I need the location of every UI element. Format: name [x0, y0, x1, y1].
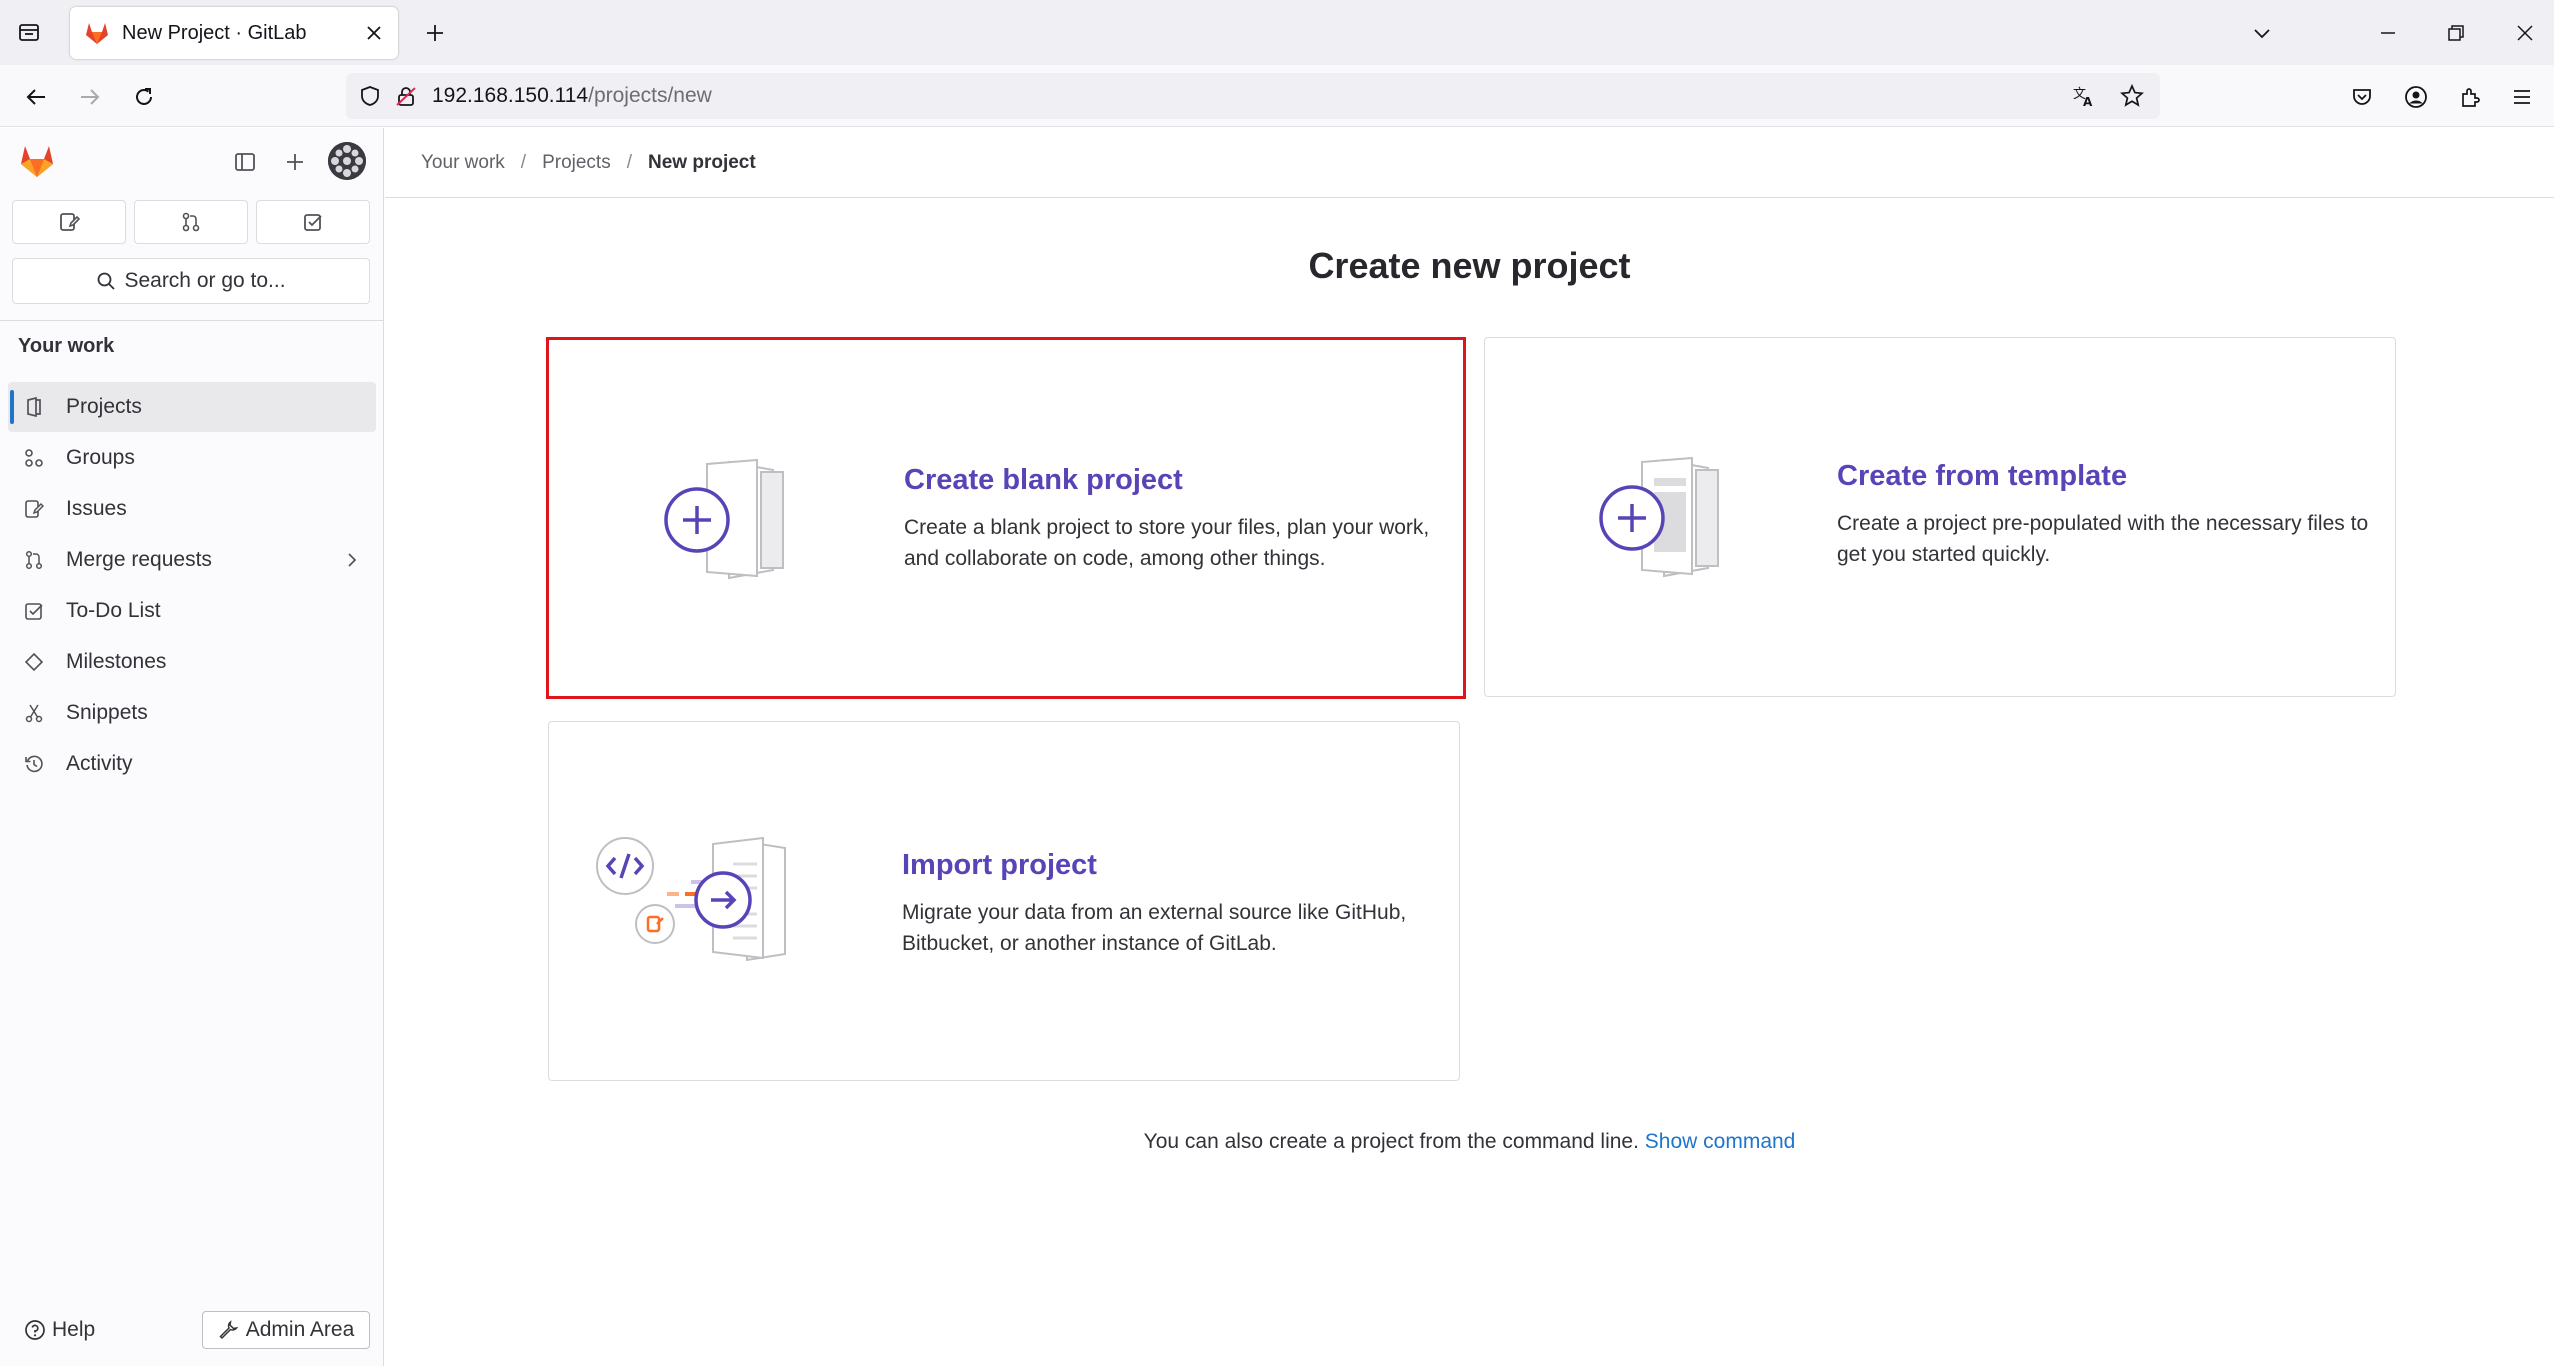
help-label: Help — [52, 1318, 96, 1341]
browser-tab-bar: New Project · GitLab — [0, 0, 2554, 65]
sidebar-item-label: Milestones — [66, 650, 167, 673]
reload-icon[interactable] — [124, 77, 164, 117]
pocket-icon[interactable] — [2342, 77, 2382, 117]
chevron-right-icon — [342, 550, 362, 570]
sidebar-divider — [0, 320, 384, 321]
gitlab-sidebar: Search or go to... Your work Projects Gr… — [0, 128, 384, 1366]
new-tab-icon[interactable] — [418, 16, 452, 50]
sidebar-menu: Projects Groups Issues Merge requests To… — [8, 382, 376, 790]
user-avatar[interactable] — [328, 142, 366, 180]
sidebar-item-label: Merge requests — [66, 548, 212, 571]
svg-text:A: A — [2083, 95, 2093, 108]
sidebar-item-label: Groups — [66, 446, 135, 469]
breadcrumb-new-project[interactable]: New project — [648, 152, 756, 174]
breadcrumb-your-work[interactable]: Your work — [421, 152, 505, 174]
issues-icon — [22, 497, 46, 521]
sidebar-item-milestones[interactable]: Milestones — [8, 637, 376, 687]
assigned-issues-button[interactable] — [12, 200, 126, 244]
browser-nav-bar: 192.168.150.114/projects/new 文A — [0, 65, 2554, 127]
merge-request-icon — [22, 548, 46, 572]
import-project-description: Migrate your data from an external sourc… — [902, 901, 1407, 955]
breadcrumb: Your work / Projects / New project — [385, 128, 2554, 198]
merge-request-icon — [182, 212, 200, 232]
command-line-hint-text: You can also create a project from the c… — [1143, 1130, 1639, 1153]
issues-icon — [60, 213, 80, 231]
create-blank-project-title: Create blank project — [904, 464, 1183, 496]
wrench-icon — [219, 1320, 238, 1340]
help-button[interactable]: Help — [24, 1318, 95, 1342]
project-icon — [22, 395, 46, 419]
create-blank-project-card[interactable]: Create blank project Create a blank proj… — [546, 337, 1466, 699]
menu-hamburger-icon[interactable] — [2502, 77, 2542, 117]
account-icon[interactable] — [2396, 77, 2436, 117]
milestone-icon — [22, 650, 46, 674]
close-window-icon[interactable] — [2505, 15, 2545, 51]
search-icon — [98, 272, 116, 290]
snippet-icon — [22, 701, 46, 725]
template-project-illustration — [1598, 456, 1728, 580]
command-line-hint: You can also create a project from the c… — [385, 1130, 2554, 1154]
breadcrumb-projects[interactable]: Projects — [542, 152, 611, 174]
import-project-title: Import project — [902, 849, 1097, 881]
sidebar-item-label: To-Do List — [66, 599, 161, 622]
gitlab-favicon-icon — [84, 20, 110, 46]
sidebar-section-title: Your work — [18, 335, 115, 357]
url-host: 192.168.150.114 — [432, 84, 589, 107]
create-from-template-description: Create a project pre-populated with the … — [1837, 512, 2369, 566]
sidebar-item-projects[interactable]: Projects — [8, 382, 376, 432]
create-blank-project-description: Create a blank project to store your fil… — [904, 516, 1430, 570]
import-project-illustration — [595, 834, 795, 964]
search-label: Search or go to... — [124, 269, 286, 292]
shield-icon[interactable] — [352, 78, 388, 114]
tab-title: New Project · GitLab — [122, 21, 307, 44]
help-icon — [25, 1320, 45, 1340]
back-icon[interactable] — [16, 77, 56, 117]
todo-icon — [22, 599, 46, 623]
admin-area-label: Admin Area — [245, 1318, 355, 1341]
address-bar[interactable]: 192.168.150.114/projects/new 文A — [346, 73, 2160, 119]
sidebar-item-label: Snippets — [66, 701, 148, 724]
group-icon — [22, 446, 46, 470]
sidebar-item-groups[interactable]: Groups — [8, 433, 376, 483]
blank-project-illustration — [663, 458, 793, 582]
import-project-card[interactable]: Import project Migrate your data from an… — [548, 721, 1460, 1081]
url-path: /projects/new — [588, 84, 712, 107]
create-from-template-card[interactable]: Create from template Create a project pr… — [1484, 337, 2396, 697]
gitlab-logo-icon[interactable] — [18, 142, 56, 180]
admin-area-button[interactable]: Admin Area — [202, 1311, 370, 1349]
forward-icon[interactable] — [70, 77, 110, 117]
browser-tab[interactable]: New Project · GitLab — [70, 7, 398, 59]
search-button[interactable]: Search or go to... — [12, 258, 370, 304]
create-new-icon[interactable] — [277, 144, 313, 180]
sidebar-item-label: Activity — [66, 752, 133, 775]
todo-icon — [304, 214, 322, 231]
show-command-link[interactable]: Show command — [1645, 1130, 1796, 1153]
todo-list-button[interactable] — [256, 200, 370, 244]
translate-icon[interactable]: 文A — [2066, 78, 2102, 114]
collapse-sidebar-icon[interactable] — [227, 144, 263, 180]
sidebar-item-activity[interactable]: Activity — [8, 739, 376, 789]
minimize-icon[interactable] — [2368, 15, 2408, 51]
close-tab-icon[interactable] — [356, 15, 392, 51]
bookmark-star-icon[interactable] — [2114, 78, 2150, 114]
insecure-lock-icon[interactable] — [388, 78, 424, 114]
sidebar-item-label: Projects — [66, 395, 142, 418]
merge-requests-button[interactable] — [134, 200, 248, 244]
sidebar-item-label: Issues — [66, 497, 127, 520]
sidebar-item-merge-requests[interactable]: Merge requests — [8, 535, 376, 585]
tab-list-icon[interactable] — [12, 17, 46, 47]
extensions-icon[interactable] — [2450, 77, 2490, 117]
sidebar-item-todo-list[interactable]: To-Do List — [8, 586, 376, 636]
sidebar-item-snippets[interactable]: Snippets — [8, 688, 376, 738]
sidebar-item-issues[interactable]: Issues — [8, 484, 376, 534]
restore-icon[interactable] — [2436, 15, 2476, 51]
create-from-template-title: Create from template — [1837, 460, 2128, 492]
history-icon — [22, 752, 46, 776]
page-title: Create new project — [1308, 245, 1631, 286]
list-all-tabs-icon[interactable] — [2242, 15, 2282, 51]
